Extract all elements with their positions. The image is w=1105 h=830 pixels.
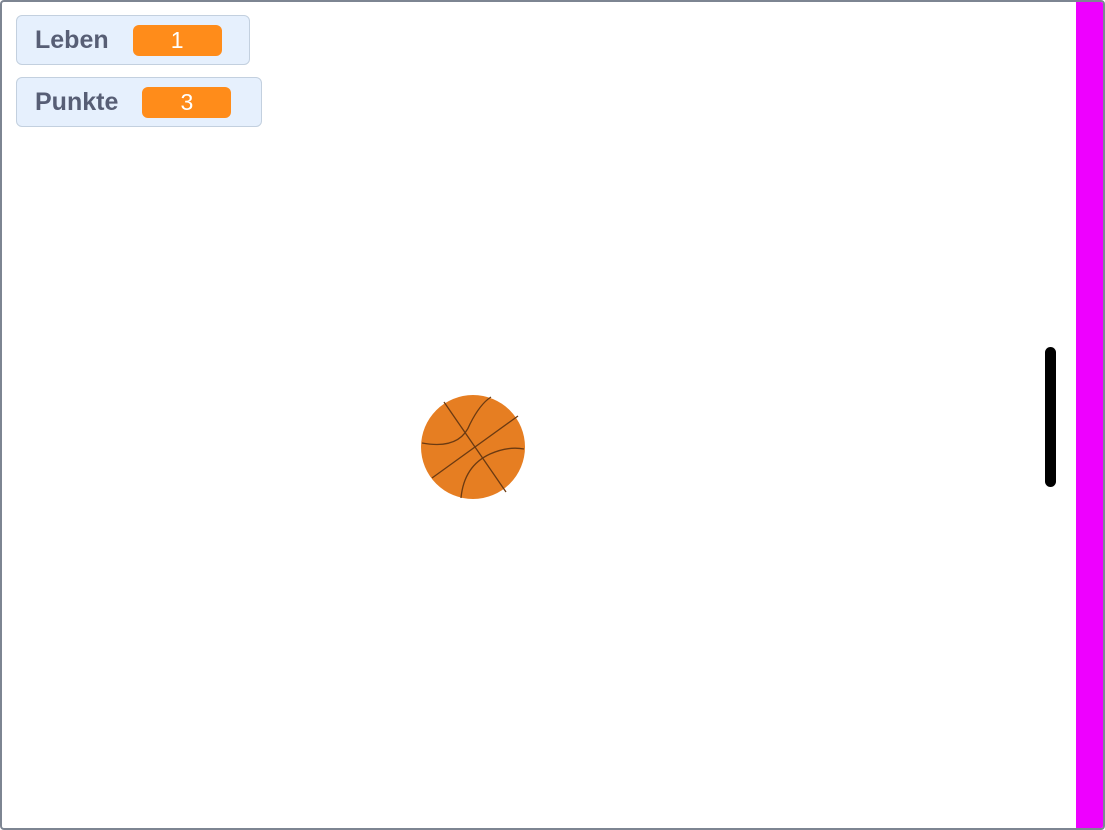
monitor-value-leben: 1 — [132, 24, 222, 56]
basketball-icon — [421, 395, 525, 499]
monitor-label-leben: Leben — [35, 25, 109, 54]
variable-monitor-leben: Leben 1 — [16, 15, 250, 65]
paddle-sprite[interactable] — [1045, 347, 1056, 487]
variable-monitor-punkte: Punkte 3 — [16, 77, 262, 127]
game-stage[interactable]: Leben 1 Punkte 3 — [0, 0, 1105, 830]
ball-sprite[interactable] — [420, 394, 526, 500]
monitor-value-punkte: 3 — [142, 86, 232, 118]
right-wall — [1076, 2, 1103, 828]
monitor-label-punkte: Punkte — [35, 87, 119, 116]
